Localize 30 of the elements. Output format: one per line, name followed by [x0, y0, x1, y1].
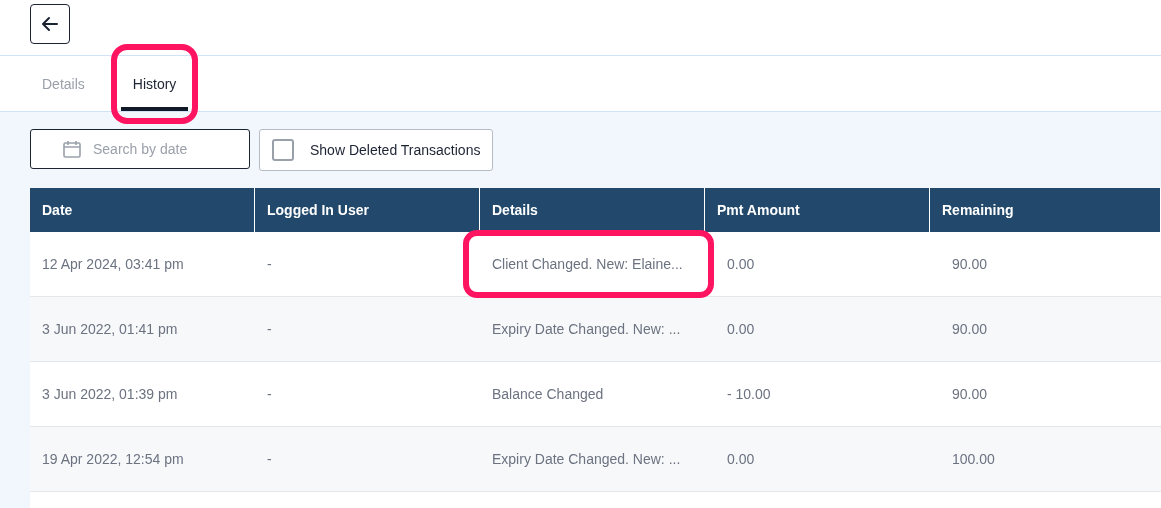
table-cell-text: 100.00 [951, 450, 996, 469]
table-cell-text: 90.00 [951, 385, 989, 404]
table-cell-text: 90.00 [951, 320, 989, 339]
table-cell-text: - [266, 255, 273, 274]
date-search-field[interactable]: Search by date [30, 129, 250, 169]
table-cell-text: 0.00 [726, 450, 756, 469]
table-cell-text: 0.00 [726, 255, 756, 274]
column-header[interactable]: Details [480, 188, 705, 232]
table-cell-text: Expiry Date Changed. New: ... [491, 450, 682, 469]
table-cell-text: Expiry Date Changed. New: ... [491, 320, 682, 339]
back-button[interactable] [30, 4, 70, 44]
table-cell-text: 90.00 [951, 255, 989, 274]
table-cell-text: 3 Jun 2022, 01:39 pm [41, 385, 179, 404]
calendar-icon [62, 139, 82, 159]
table-cell-text: 12 Apr 2024, 03:41 pm [41, 255, 185, 274]
table-cell-text: - [266, 320, 273, 339]
table-row[interactable]: 19 Apr 2022, 12:54 pm - Expiry Date Changed. New: ... 0.00 100.00 [30, 427, 1161, 492]
back-arrow-icon [41, 16, 59, 32]
checkbox[interactable] [272, 139, 294, 161]
table-cell-text: 0.00 [726, 320, 756, 339]
table-row[interactable]: 3 Jun 2022, 01:41 pm - Expiry Date Changed. New: ... 0.00 90.00 [30, 297, 1161, 362]
table-cell-text: - 10.00 [726, 385, 772, 404]
tab[interactable]: History [120, 56, 189, 111]
table-cell-text: 19 Apr 2022, 12:54 pm [41, 450, 185, 469]
table-cell-text: 3 Jun 2022, 01:41 pm [41, 320, 179, 339]
table-cell-text: - [266, 450, 273, 469]
table-cell-text: - [266, 385, 273, 404]
show-deleted-checkbox[interactable]: Show Deleted Transactions [259, 129, 494, 171]
table-cell-text: Client Changed. New: Elaine... [491, 255, 684, 274]
table-cell-text: Balance Changed [491, 385, 605, 404]
